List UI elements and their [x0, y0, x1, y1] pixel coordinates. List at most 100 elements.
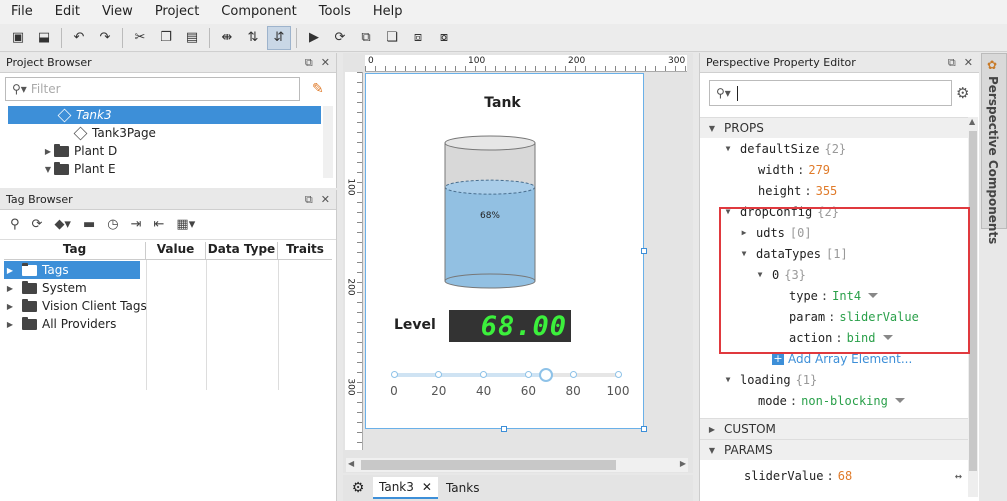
scroll-right-icon[interactable]: ▶	[680, 459, 686, 468]
prop-value[interactable]: non-blocking	[801, 394, 888, 408]
save-icon[interactable]: ▣	[6, 26, 30, 50]
tree-item-tank3[interactable]: Tank3	[8, 106, 321, 124]
close-icon[interactable]: ✕	[422, 480, 432, 494]
side-tab-label: Perspective Components	[986, 76, 1000, 245]
prop-row-width[interactable]: width : 279	[700, 159, 968, 180]
slider-handle[interactable]	[539, 368, 554, 382]
scrollbar[interactable]	[323, 106, 333, 178]
prop-row-defaultsize[interactable]: ▼ defaultSize {2}	[700, 138, 968, 159]
prop-value[interactable]: 279	[808, 163, 830, 177]
tree-item-plant-e[interactable]: ▼ Plant E	[8, 160, 321, 178]
close-icon[interactable]: ✕	[964, 56, 973, 70]
history-icon[interactable]: ◷	[107, 217, 118, 232]
params-section-header[interactable]: ▼ PARAMS	[700, 439, 968, 460]
collapse-arrow-icon[interactable]: ▼	[706, 124, 718, 133]
snap-icon[interactable]: ⇵	[267, 25, 291, 50]
resize-handle[interactable]	[641, 426, 647, 432]
tag-item-vision-client-tags[interactable]: ▶ Vision Client Tags	[4, 297, 332, 315]
collapse-arrow-icon[interactable]: ▼	[706, 446, 718, 455]
edit-icon[interactable]: ▬	[83, 217, 95, 232]
expand-arrow-icon[interactable]: ▶	[4, 320, 16, 329]
column-header-data-type[interactable]: Data Type	[206, 242, 278, 259]
gear-icon[interactable]: ⚙	[956, 84, 969, 102]
dropdown-arrow-icon[interactable]	[894, 398, 905, 403]
menu-tools[interactable]: Tools	[308, 0, 362, 24]
table-icon[interactable]: ▦▾	[176, 217, 195, 232]
float-icon[interactable]: ⧉	[305, 193, 313, 207]
resize-handle[interactable]	[641, 248, 647, 254]
gear-icon[interactable]: ⚙	[343, 480, 373, 496]
expand-arrow-icon[interactable]: ▶	[42, 147, 54, 156]
collapse-arrow-icon[interactable]: ▼	[722, 375, 734, 384]
expand-arrow-icon[interactable]: ▶	[4, 266, 16, 275]
tank-component[interactable]: 68%	[444, 134, 540, 289]
import-icon[interactable]: ⇥	[131, 217, 142, 232]
level-slider[interactable]: 0 20 40 60 80 100	[390, 368, 629, 400]
resize-icon[interactable]: ↔	[955, 469, 962, 483]
collapse-arrow-icon[interactable]: ▼	[722, 144, 734, 153]
align-icon[interactable]: ⇼	[215, 26, 239, 50]
resize-handle[interactable]	[501, 426, 507, 432]
save-all-icon[interactable]: ⬓	[32, 26, 56, 50]
side-tab-perspective-components[interactable]: ✿ Perspective Components	[981, 53, 1007, 244]
menu-bar: File Edit View Project Component Tools H…	[0, 0, 1007, 24]
search-icon[interactable]: ⚲	[10, 217, 20, 232]
scroll-left-icon[interactable]: ◀	[348, 459, 354, 468]
close-icon[interactable]: ✕	[321, 56, 330, 70]
prop-row-height[interactable]: height : 355	[700, 180, 968, 201]
play-icon[interactable]: ▶	[302, 26, 326, 50]
group-icon[interactable]: ⧇	[432, 26, 456, 50]
tab-tank3[interactable]: Tank3 ✕	[373, 477, 438, 499]
props-section-header[interactable]: ▼ PROPS	[700, 117, 968, 138]
copy-icon[interactable]: ❐	[154, 26, 178, 50]
redo-icon[interactable]: ↷	[93, 26, 117, 50]
tag-item-label: Tags	[42, 263, 69, 277]
menu-view[interactable]: View	[91, 0, 144, 24]
layer-down-icon[interactable]: ⧈	[406, 26, 430, 50]
custom-section-header[interactable]: ▶ CUSTOM	[700, 418, 968, 439]
layer-up-icon[interactable]: ⧉	[354, 26, 378, 50]
menu-edit[interactable]: Edit	[44, 0, 91, 24]
menu-project[interactable]: Project	[144, 0, 210, 24]
export-icon[interactable]: ⇤	[154, 217, 165, 232]
add-tag-icon[interactable]: ◆▾	[54, 217, 71, 232]
layer-icon[interactable]: ❏	[380, 26, 404, 50]
float-icon[interactable]: ⧉	[305, 56, 313, 70]
column-header-value[interactable]: Value	[146, 242, 206, 259]
expand-arrow-icon[interactable]: ▶	[4, 284, 16, 293]
menu-file[interactable]: File	[0, 0, 44, 24]
tag-item-all-providers[interactable]: ▶ All Providers	[4, 315, 332, 333]
menu-help[interactable]: Help	[362, 0, 414, 24]
close-icon[interactable]: ✕	[321, 193, 330, 207]
paste-icon[interactable]: ▤	[180, 26, 204, 50]
float-icon[interactable]: ⧉	[948, 56, 956, 70]
expand-arrow-icon[interactable]: ▶	[4, 302, 16, 311]
new-resource-icon[interactable]: ✎	[312, 81, 324, 97]
tab-tanks[interactable]: Tanks	[438, 478, 488, 498]
canvas-scrollbar[interactable]: ◀ ▶	[346, 458, 688, 472]
refresh-icon[interactable]: ⟳	[32, 217, 43, 232]
menu-component[interactable]: Component	[210, 0, 307, 24]
filter-input[interactable]: ⚲▾ Filter	[5, 77, 300, 101]
expand-arrow-icon[interactable]: ▶	[706, 425, 718, 434]
tag-item-system[interactable]: ▶ System	[4, 279, 332, 297]
column-header-tag[interactable]: Tag	[4, 242, 146, 259]
prop-row-mode[interactable]: mode : non-blocking	[700, 390, 968, 411]
cut-icon[interactable]: ✂	[128, 26, 152, 50]
tag-item-label: All Providers	[42, 317, 117, 331]
prop-value[interactable]: 355	[816, 184, 838, 198]
column-header-traits[interactable]: Traits	[278, 242, 332, 259]
property-search-input[interactable]: ⚲▾	[709, 80, 952, 106]
tree-item-tank3page[interactable]: Tank3Page	[8, 124, 321, 142]
expand-arrow-icon[interactable]: ▼	[42, 165, 54, 174]
prop-row-loading[interactable]: ▼ loading {1}	[700, 369, 968, 390]
refresh-icon[interactable]: ⟳	[328, 26, 352, 50]
distribute-icon[interactable]: ⇅	[241, 26, 265, 50]
undo-icon[interactable]: ↶	[67, 26, 91, 50]
tag-item-tags[interactable]: ▶ Tags	[4, 261, 140, 279]
prop-value[interactable]: 68	[838, 469, 852, 483]
level-label: Level	[394, 317, 436, 333]
param-row-slidervalue[interactable]: sliderValue : 68 ↔	[700, 465, 968, 486]
tree-item-plant-d[interactable]: ▶ Plant D	[8, 142, 321, 160]
view-container[interactable]: Tank 68% Level 68.00 0 20 40 60 80 100	[365, 73, 644, 429]
